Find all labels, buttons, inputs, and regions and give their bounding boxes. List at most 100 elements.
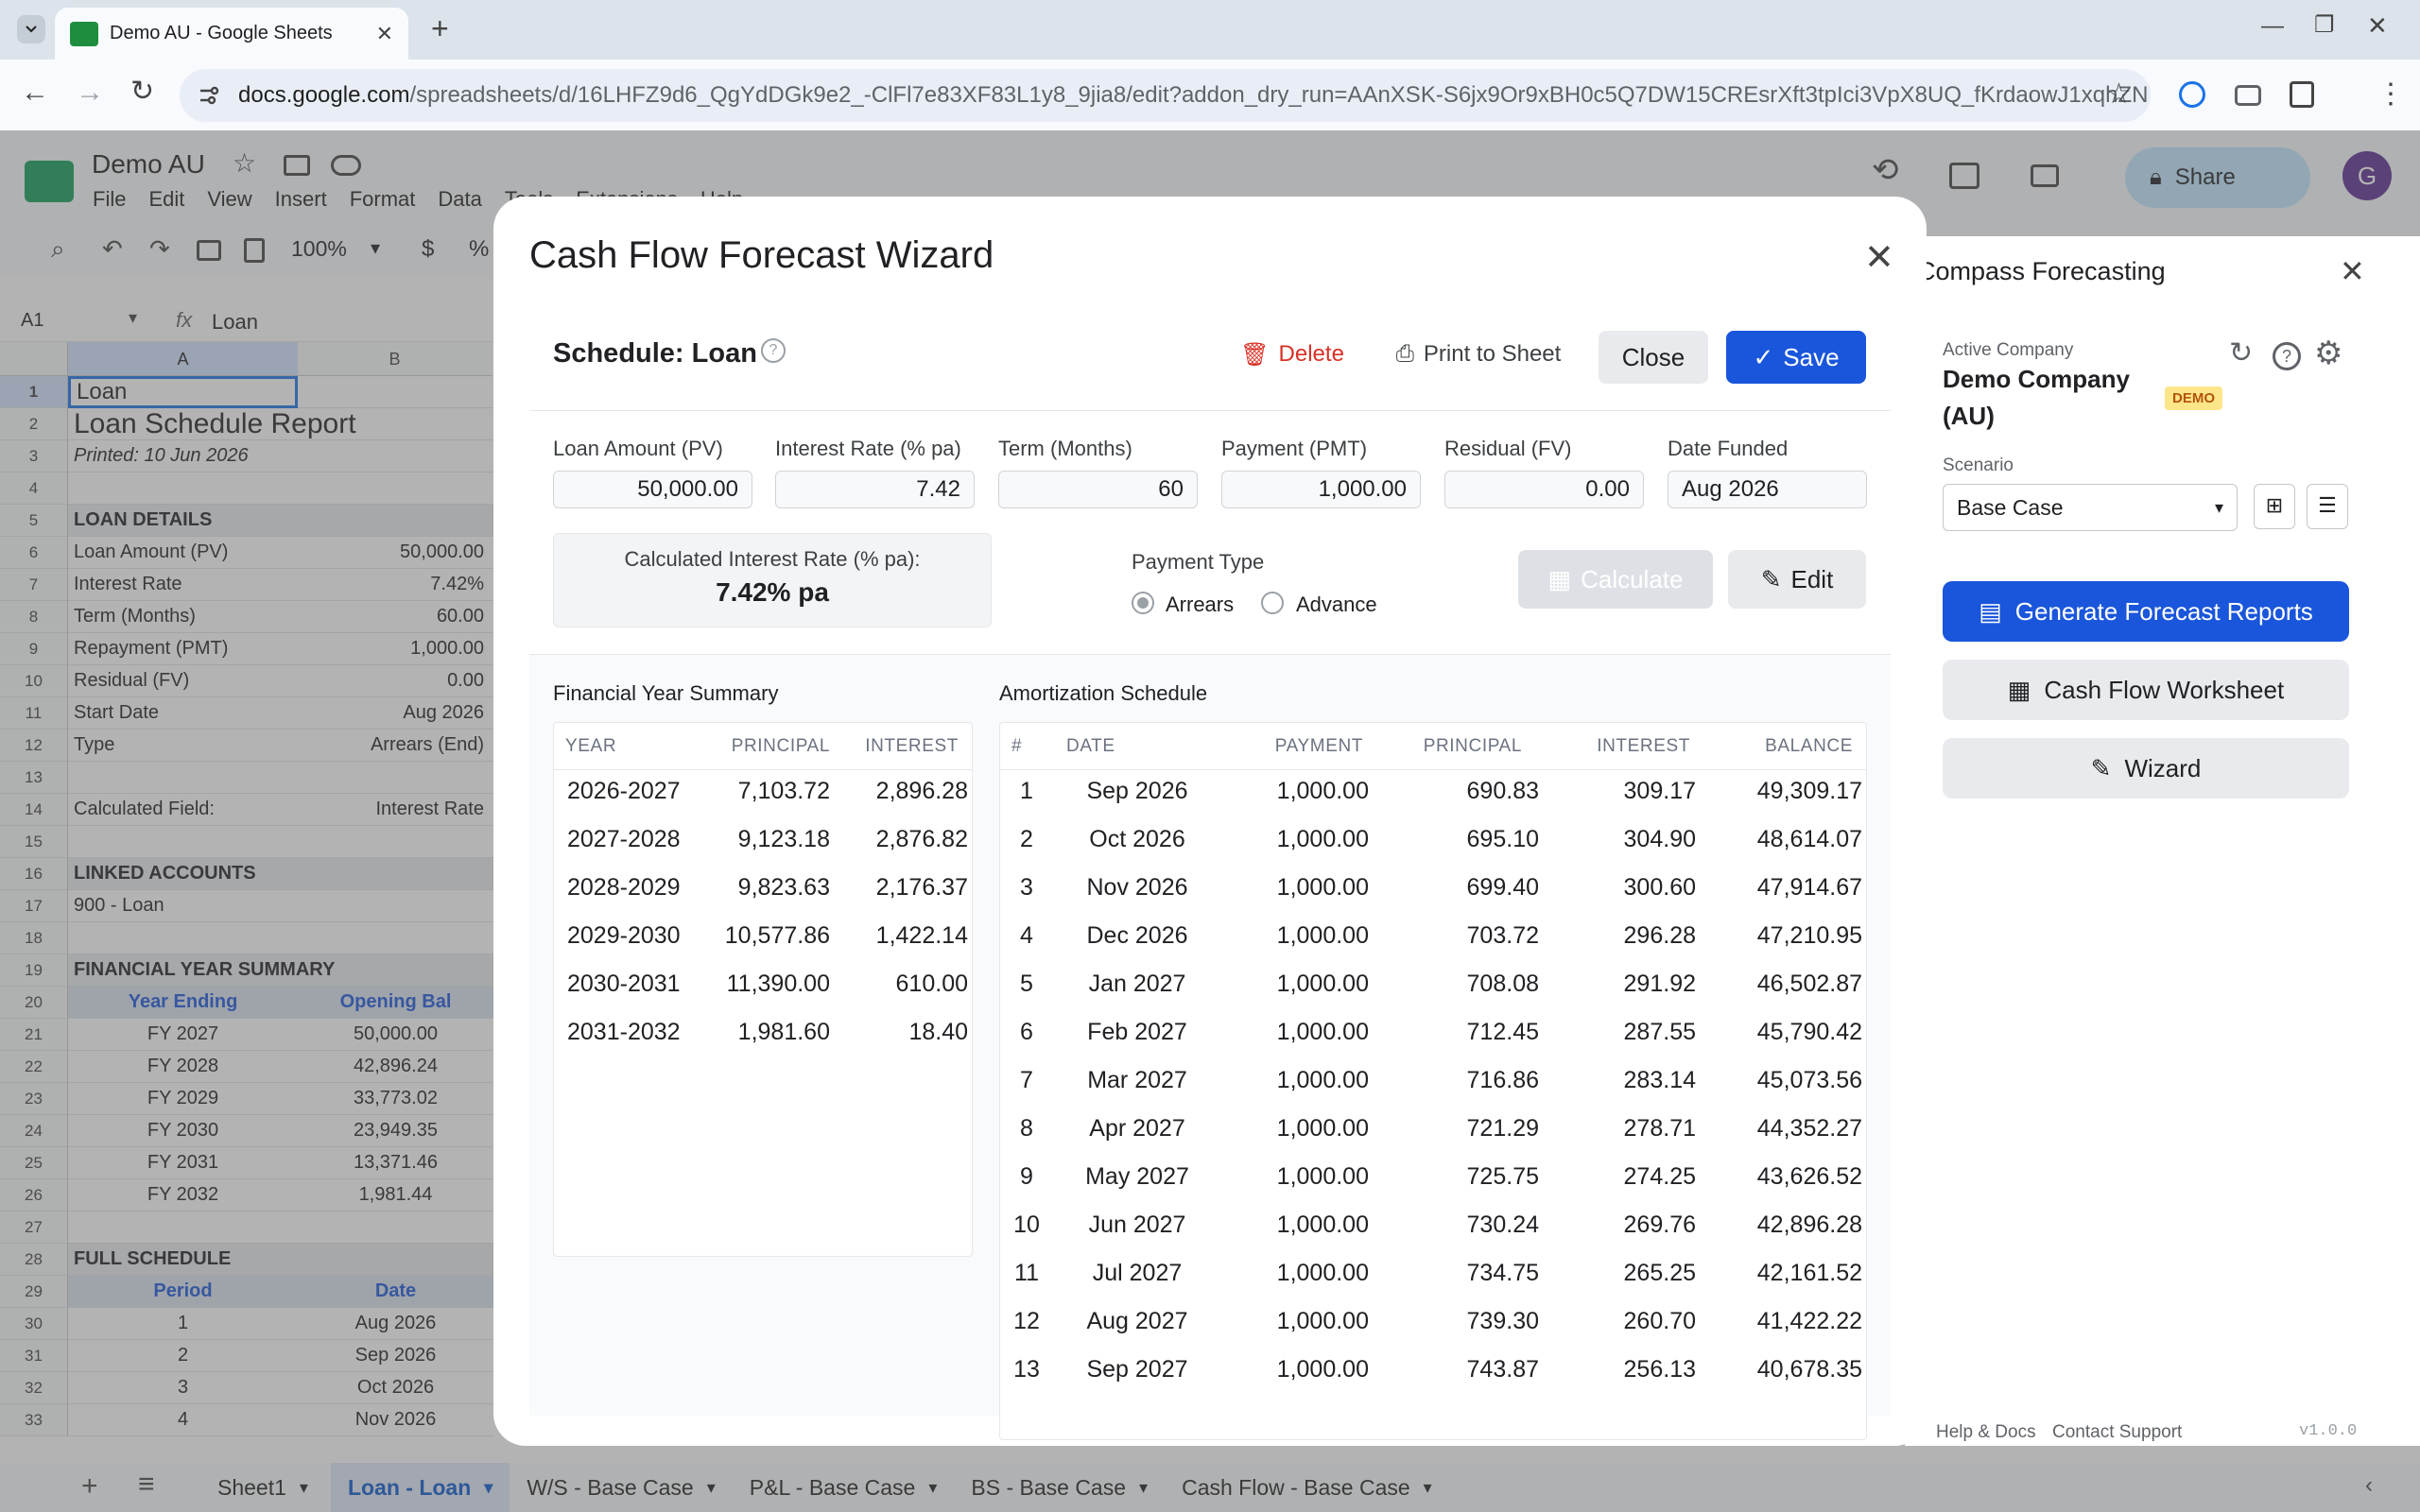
table-cell: 1,000.00	[1276, 874, 1369, 901]
edit-button[interactable]: ✎ Edit	[1728, 550, 1866, 609]
new-tab-icon[interactable]: +	[431, 11, 449, 46]
pencil-icon: ✎	[1760, 564, 1782, 593]
close-tab-icon[interactable]: ✕	[376, 22, 393, 46]
calc-value: 7.42% pa	[716, 577, 829, 607]
tab-search-button[interactable]	[17, 15, 45, 43]
contact-support-link[interactable]: Contact Support	[2052, 1422, 2182, 1443]
arrears-radio[interactable]	[1132, 592, 1154, 614]
table-cell: 2028-2029	[567, 874, 681, 901]
close-button[interactable]: Close	[1599, 331, 1708, 384]
table-header: YEAR	[565, 736, 617, 756]
table-cell: 721.29	[1466, 1115, 1539, 1142]
table-cell: 1,000.00	[1276, 1115, 1369, 1142]
table-cell: May 2027	[1085, 1163, 1189, 1190]
field-input[interactable]: 50,000.00	[553, 471, 752, 508]
refresh-icon[interactable]: ↻	[2229, 336, 2253, 369]
table-header: PRINCIPAL	[1423, 736, 1522, 756]
browser-tab-active[interactable]: Demo AU - Google Sheets ✕	[55, 8, 408, 60]
wizard-button[interactable]: ✎ Wizard	[1943, 738, 2349, 799]
cash-flow-worksheet-button[interactable]: ▦ Cash Flow Worksheet	[1943, 660, 2349, 720]
field-input[interactable]: 1,000.00	[1221, 471, 1421, 508]
generate-forecast-reports-button[interactable]: ▤ Generate Forecast Reports	[1943, 581, 2349, 642]
save-button[interactable]: ✓ Save	[1726, 331, 1866, 384]
field-input[interactable]: 60	[998, 471, 1198, 508]
table-cell: 42,161.52	[1756, 1260, 1862, 1286]
calculate-button[interactable]: ▦ Calculate	[1518, 550, 1713, 609]
browser-menu-icon[interactable]: ⋮	[2377, 77, 2405, 111]
calc-field: Interest Rate (% pa):	[728, 547, 921, 571]
bookmark-star-icon[interactable]: ☆	[2106, 77, 2132, 111]
table-cell: 45,790.42	[1756, 1019, 1862, 1045]
url-path: /spreadsheets/d/16LHFZ9d6_QgYdDGk9e2_-Cl…	[409, 82, 2151, 108]
table-cell: 2026-2027	[567, 778, 681, 804]
delete-button[interactable]: 🗑︎ Delete	[1240, 331, 1344, 378]
print-to-sheet-button[interactable]: ⎙ Print to Sheet	[1384, 331, 1573, 378]
table-cell: Sep 2027	[1086, 1356, 1188, 1383]
field-input[interactable]: Aug 2026	[1668, 471, 1867, 508]
table-cell: 2,176.37	[875, 874, 968, 901]
add-scenario-icon[interactable]: ⊞	[2254, 484, 2295, 529]
back-icon[interactable]: ←	[21, 77, 49, 109]
table-cell: 1,981.60	[737, 1019, 830, 1045]
table-cell: 1,000.00	[1276, 1163, 1369, 1190]
advance-radio[interactable]	[1261, 592, 1284, 614]
table-cell: Jul 2027	[1092, 1260, 1183, 1286]
field-input[interactable]: 0.00	[1444, 471, 1644, 508]
table-cell: 739.30	[1466, 1308, 1539, 1334]
table-cell: 265.25	[1623, 1260, 1696, 1286]
table-cell: 690.83	[1466, 778, 1539, 804]
help-docs-link[interactable]: Help & Docs	[1936, 1422, 2036, 1443]
restore-window-icon[interactable]: ❐	[2314, 11, 2335, 39]
sidebar-title: Compass Forecasting	[1917, 257, 2166, 285]
payment-type-label: Payment Type	[1132, 550, 1265, 574]
table-cell: 296.28	[1623, 922, 1696, 949]
company-name-line1: Demo Company	[1943, 365, 2130, 393]
table-cell: 2029-2030	[567, 922, 681, 949]
table-header: INTEREST	[865, 736, 959, 756]
table-cell: 291.92	[1623, 971, 1696, 997]
print-label: Print to Sheet	[1423, 341, 1562, 367]
camera-icon[interactable]	[2235, 85, 2261, 106]
field-label: Date Funded	[1668, 437, 1789, 460]
scenario-value: Base Case	[1957, 494, 2064, 520]
settings-gear-icon[interactable]: ⚙	[2314, 335, 2342, 372]
calculated-result-box: Calculated Interest Rate (% pa): 7.42% p…	[553, 533, 992, 627]
table-cell: 2027-2028	[567, 826, 681, 852]
help-icon[interactable]: ?	[2273, 342, 2301, 370]
field-label: Interest Rate (% pa)	[775, 437, 961, 460]
document-icon: ▤	[1979, 596, 2002, 626]
password-manager-icon[interactable]	[2179, 81, 2205, 108]
reload-icon[interactable]: ↻	[130, 75, 154, 108]
table-cell: Nov 2026	[1086, 874, 1188, 901]
minimize-window-icon[interactable]: —	[2261, 13, 2284, 40]
field-label: Loan Amount (PV)	[553, 437, 723, 460]
field-label: Payment (PMT)	[1221, 437, 1368, 460]
schedule-help-icon[interactable]: ?	[761, 338, 786, 363]
table-cell: 300.60	[1623, 874, 1696, 901]
close-dialog-icon[interactable]: ✕	[1864, 236, 1894, 279]
close-window-icon[interactable]: ✕	[2367, 11, 2388, 41]
table-cell: 18.40	[908, 1019, 968, 1045]
table-cell: 1,000.00	[1276, 778, 1369, 804]
site-info-icon[interactable]	[197, 83, 221, 108]
amortization-title: Amortization Schedule	[999, 681, 1208, 705]
table-cell: 44,352.27	[1756, 1115, 1862, 1142]
forward-icon[interactable]: →	[76, 77, 104, 109]
browser-tab-title: Demo AU - Google Sheets	[110, 23, 333, 43]
worksheet-label: Cash Flow Worksheet	[2044, 675, 2285, 704]
table-cell: 734.75	[1466, 1260, 1539, 1286]
table-cell: 725.75	[1466, 1163, 1539, 1190]
table-cell: 9,123.18	[737, 826, 830, 852]
scenario-settings-icon[interactable]: ☰	[2307, 484, 2348, 529]
field-input[interactable]: 7.42	[775, 471, 975, 508]
table-cell: 1,000.00	[1276, 1067, 1369, 1093]
table-cell: 699.40	[1466, 874, 1539, 901]
url-domain: docs.google.com	[238, 82, 410, 108]
printer-icon: ⎙	[1395, 341, 1414, 367]
table-cell: 743.87	[1466, 1356, 1539, 1383]
extensions-icon[interactable]	[2290, 81, 2314, 108]
address-bar[interactable]: docs.google.com/spreadsheets/d/16LHFZ9d6…	[180, 69, 2151, 122]
scenario-select[interactable]: Base Case ▾	[1943, 484, 2238, 531]
amortization-table[interactable]: # DATE PAYMENT PRINCIPAL INTEREST BALANCE 1 Sep…	[999, 722, 1867, 1440]
close-sidebar-icon[interactable]: ✕	[2340, 253, 2365, 289]
